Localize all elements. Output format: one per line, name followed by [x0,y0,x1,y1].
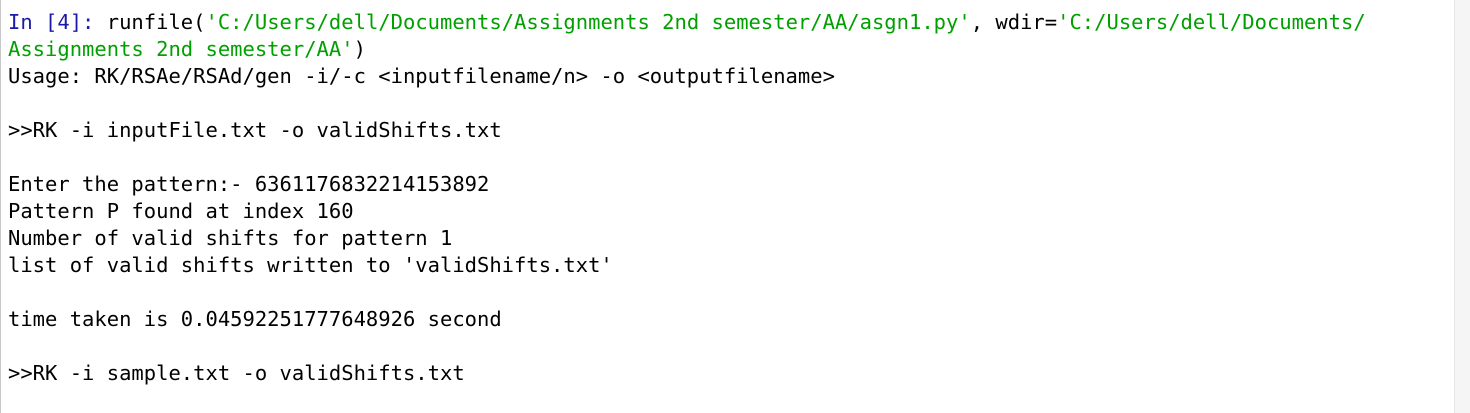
usage-line: Usage: RK/RSAe/RSAd/gen -i/-c <inputfile… [8,64,835,88]
runfile-line-2: Assignments 2nd semester/AA') [8,36,1454,63]
script-path-string: 'C:/Users/dell/Documents/Assignments 2nd… [205,10,971,34]
runfile-line-1: In [4]: runfile('C:/Users/dell/Documents… [8,9,1454,36]
runfile-call-open: runfile( [94,10,206,34]
shifts-written-line: list of valid shifts written to 'validSh… [8,253,613,277]
enter-pattern-line: Enter the pattern:- 6361176832214153892 [8,172,490,196]
command-line-1: >>RK -i inputFile.txt -o validShifts.txt [8,118,502,142]
valid-shifts-count-line: Number of valid shifts for pattern 1 [8,226,453,250]
command-line-2: >>RK -i sample.txt -o validShifts.txt [8,361,465,385]
runfile-call-close: ) [353,37,366,61]
time-taken-line: time taken is 0.04592251777648926 second [8,307,502,331]
vertical-scrollbar[interactable] [1454,0,1470,413]
input-prompt: In [4]: [8,10,95,34]
wdir-keyword: , wdir= [970,10,1058,34]
pattern-found-line: Pattern P found at index 160 [8,199,354,223]
wdir-string-part2: Assignments 2nd semester/AA' [8,37,354,61]
ipython-console[interactable]: In [4]: runfile('C:/Users/dell/Documents… [0,0,1454,413]
wdir-string-part1: 'C:/Users/dell/Documents/ [1057,10,1366,34]
